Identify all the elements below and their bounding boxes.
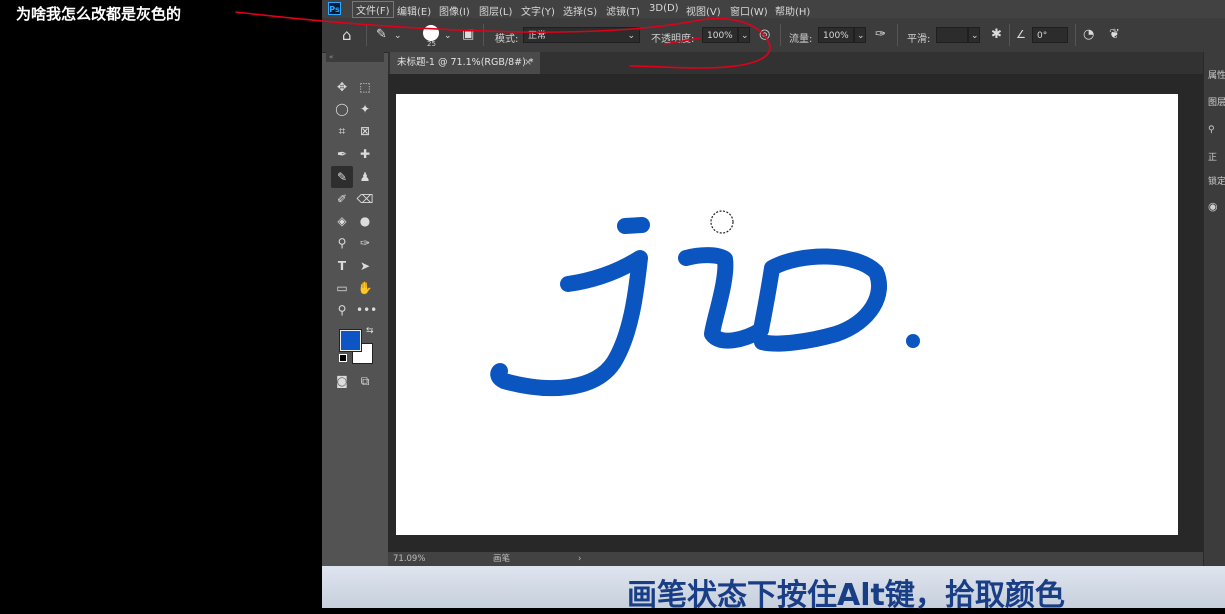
subtitle-text: 画笔状态下按住Alt键，拾取颜色 [627, 578, 1065, 613]
annotation-underline [664, 37, 701, 45]
annotation-ink [235, 11, 771, 69]
subtitle-banner: 画笔状态下按住Alt键，拾取颜色 [322, 566, 1225, 613]
